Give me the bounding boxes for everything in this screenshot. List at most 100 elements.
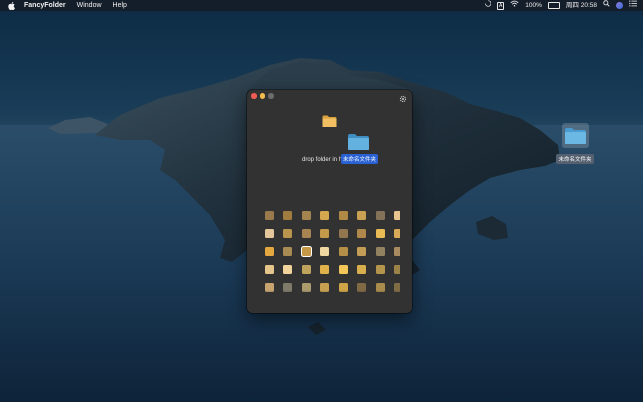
color-swatch[interactable] (394, 264, 400, 274)
color-swatch-cell (297, 224, 316, 242)
color-swatch[interactable] (283, 210, 293, 220)
color-swatch-cell (297, 242, 316, 260)
color-swatch[interactable] (338, 246, 348, 256)
color-swatch[interactable] (375, 246, 385, 256)
color-swatch-cell (371, 296, 390, 300)
color-swatch-cell (297, 278, 316, 296)
fancyfolder-window: drop folder in here 未命名文件夹 (247, 90, 412, 313)
color-swatch-cell (353, 206, 372, 224)
color-swatch[interactable] (357, 210, 367, 220)
color-swatch[interactable] (283, 282, 293, 292)
color-swatch-cell (334, 224, 353, 242)
close-button[interactable] (251, 93, 257, 99)
color-swatch-cell (297, 206, 316, 224)
color-swatch[interactable] (301, 228, 311, 238)
menu-bar: FancyFolder Window Help A 100% 周四 20:58 (0, 0, 643, 11)
color-swatch-cell (334, 206, 353, 224)
menu-window[interactable]: Window (77, 0, 102, 11)
color-swatch[interactable] (357, 264, 367, 274)
color-swatch-cell (353, 224, 372, 242)
color-swatch[interactable] (394, 282, 400, 292)
color-swatch-cell (353, 278, 372, 296)
color-swatch-cell (316, 260, 335, 278)
color-swatch[interactable] (338, 282, 348, 292)
color-swatch-cell (334, 296, 353, 300)
color-swatch[interactable] (301, 246, 311, 256)
color-swatch-cell (371, 224, 390, 242)
color-swatch-cell (279, 242, 298, 260)
color-swatch[interactable] (320, 282, 330, 292)
color-swatch[interactable] (301, 210, 311, 220)
color-swatch[interactable] (375, 210, 385, 220)
minimize-button[interactable] (259, 93, 265, 99)
color-swatch-cell (316, 242, 335, 260)
folder-icon (564, 127, 586, 144)
siri-icon[interactable] (616, 2, 623, 9)
color-picker-grid[interactable] (260, 200, 400, 300)
color-swatch[interactable] (320, 264, 330, 274)
menu-help[interactable]: Help (113, 0, 127, 11)
color-swatch[interactable] (264, 246, 274, 256)
color-swatch-cell (390, 206, 400, 224)
color-swatch-cell (297, 296, 316, 300)
desktop-folder-selection (561, 123, 589, 148)
desktop-folder[interactable]: 未命名文件夹 (555, 123, 595, 166)
color-swatch[interactable] (338, 228, 348, 238)
notification-center-icon[interactable] (629, 0, 637, 11)
color-swatch[interactable] (301, 264, 311, 274)
backup-icon[interactable] (484, 0, 492, 11)
color-swatch[interactable] (394, 246, 400, 256)
drop-target-folder-icon[interactable] (322, 115, 337, 128)
input-method-indicator[interactable]: A (496, 1, 505, 10)
color-swatch-cell (353, 260, 372, 278)
color-swatch-cell (279, 260, 298, 278)
color-swatch-cell (334, 260, 353, 278)
wifi-icon[interactable] (510, 0, 519, 11)
menubar-clock[interactable]: 周四 20:58 (566, 0, 597, 11)
color-swatch-cell (260, 206, 279, 224)
color-swatch[interactable] (264, 210, 274, 220)
dragged-folder-icon[interactable] (347, 133, 370, 151)
color-swatch[interactable] (283, 246, 293, 256)
color-swatch[interactable] (264, 264, 274, 274)
apple-menu-icon[interactable] (8, 1, 16, 10)
color-swatch[interactable] (320, 228, 330, 238)
color-swatch[interactable] (375, 228, 385, 238)
swatch-grid (260, 206, 400, 300)
color-swatch-cell (316, 296, 335, 300)
color-swatch[interactable] (283, 264, 293, 274)
color-swatch[interactable] (394, 228, 400, 238)
color-swatch[interactable] (357, 246, 367, 256)
color-swatch-cell (353, 296, 372, 300)
color-swatch[interactable] (357, 228, 367, 238)
color-swatch[interactable] (264, 282, 274, 292)
color-swatch[interactable] (375, 282, 385, 292)
color-swatch-cell (297, 260, 316, 278)
color-swatch[interactable] (338, 210, 348, 220)
color-swatch[interactable] (264, 228, 274, 238)
color-swatch[interactable] (375, 264, 385, 274)
zoom-button[interactable] (268, 93, 274, 99)
color-swatch[interactable] (283, 228, 293, 238)
battery-icon[interactable] (547, 2, 560, 9)
color-swatch[interactable] (357, 282, 367, 292)
color-swatch[interactable] (320, 210, 330, 220)
color-swatch-cell (316, 278, 335, 296)
battery-percent[interactable]: 100% (525, 0, 542, 11)
color-swatch[interactable] (338, 264, 348, 274)
color-swatch[interactable] (320, 246, 330, 256)
color-swatch-cell (390, 224, 400, 242)
color-swatch-cell (371, 206, 390, 224)
color-swatch-cell (334, 242, 353, 260)
color-swatch-cell (260, 278, 279, 296)
color-swatch-cell (371, 278, 390, 296)
status-area: A 100% 周四 20:58 (484, 0, 637, 11)
menu-app-name[interactable]: FancyFolder (24, 0, 66, 11)
spotlight-search-icon[interactable] (603, 0, 610, 11)
color-swatch[interactable] (394, 210, 400, 220)
color-swatch[interactable] (301, 282, 311, 292)
color-swatch-cell (260, 242, 279, 260)
color-swatch-cell (279, 206, 298, 224)
color-swatch-cell (260, 224, 279, 242)
gear-icon[interactable] (399, 95, 407, 103)
